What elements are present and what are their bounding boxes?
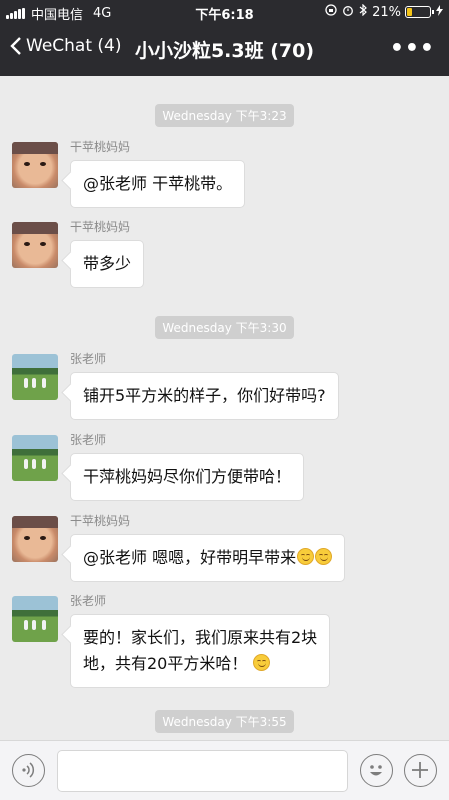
battery-percent: 21%: [372, 4, 401, 20]
status-bar: 中国电信 4G 下午6:18 21%: [0, 0, 449, 24]
time-separator: Wednesday 下午3:30: [0, 316, 449, 339]
nav-bar: WeChat (4) 小小沙粒5.3班 (70) •••: [0, 24, 449, 76]
bluetooth-icon: [359, 3, 367, 20]
baby-avatar[interactable]: [12, 142, 58, 188]
sender-name: 干苹桃妈妈: [70, 514, 131, 528]
voice-icon: [22, 762, 35, 778]
orientation-lock-icon: [325, 4, 337, 20]
battery-icon: [405, 6, 434, 18]
voice-button[interactable]: [12, 754, 45, 787]
alarm-icon: [342, 4, 354, 20]
message-bubble[interactable]: @张老师 干苹桃带。: [70, 160, 246, 208]
message-bubble[interactable]: @张老师 嗯嗯，好带明早带来: [70, 534, 346, 582]
input-bar: [0, 740, 449, 800]
plus-icon: [412, 762, 428, 778]
charging-icon: [436, 4, 443, 20]
chat-title: 小小沙粒5.3班 (70): [134, 40, 315, 62]
top-bar: 中国电信 4G 下午6:18 21% WeChat (4) 小小沙粒5.3班 (…: [0, 0, 449, 76]
field-avatar[interactable]: [12, 354, 58, 400]
message-text: 地，共有20平方米哈！: [83, 654, 248, 673]
message-text: @张老师 干苹桃带。: [83, 174, 233, 193]
smile-emoji-icon: [297, 548, 315, 565]
message-bubble[interactable]: 干萍桃妈妈尽你们方便带哈！: [70, 453, 305, 501]
smile-emoji-icon: [315, 548, 333, 565]
message-text: 干萍桃妈妈尽你们方便带哈！: [83, 467, 292, 486]
field-avatar[interactable]: [12, 596, 58, 642]
sender-name: 张老师: [70, 433, 107, 447]
sender-name: 干苹桃妈妈: [70, 140, 131, 154]
time-separator: Wednesday 下午3:23: [0, 104, 449, 127]
message-text: 要的！家长们，我们原来共有2块: [83, 628, 318, 647]
baby-avatar[interactable]: [12, 516, 58, 562]
message-bubble[interactable]: 铺开5平方米的样子，你们好带吗?: [70, 372, 339, 420]
baby-avatar[interactable]: [12, 222, 58, 268]
message-text: @张老师 嗯嗯，好带明早带来: [83, 548, 297, 567]
emoji-button[interactable]: [360, 754, 393, 787]
time-separator: Wednesday 下午3:55: [0, 710, 449, 733]
emoji-icon: [370, 765, 382, 776]
sender-name: 张老师: [70, 352, 107, 366]
message-input[interactable]: [57, 750, 348, 792]
sender-name: 干苹桃妈妈: [70, 220, 131, 234]
message-bubble[interactable]: 要的！家长们，我们原来共有2块 地，共有20平方米哈！: [70, 614, 331, 688]
more-options-button[interactable]: •••: [390, 36, 435, 61]
message-bubble[interactable]: 带多少: [70, 240, 145, 288]
message-text: 带多少: [83, 254, 132, 273]
smile-emoji-icon: [253, 654, 271, 671]
field-avatar[interactable]: [12, 435, 58, 481]
message-text: 铺开5平方米的样子，你们好带吗?: [83, 386, 326, 405]
more-functions-button[interactable]: [404, 754, 437, 787]
sender-name: 张老师: [70, 594, 107, 608]
